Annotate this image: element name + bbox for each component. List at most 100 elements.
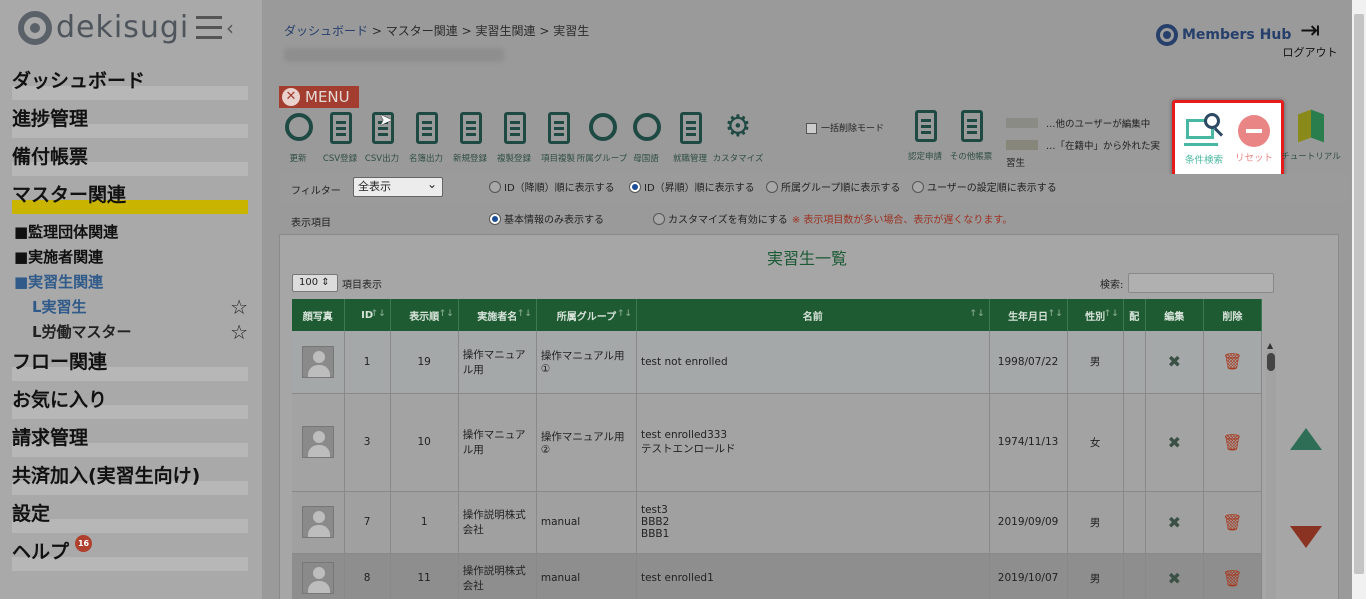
native-language-button[interactable]: 母国語 <box>626 110 666 164</box>
toolbar: 更新 CSV登録 CSV出力 名簿出力 新規登録 複製登録 項目複製 所属グルー… <box>278 110 808 170</box>
edit-icon[interactable]: ✖ <box>1168 513 1181 532</box>
header-company[interactable]: 実施者名 ↑↓ <box>458 299 537 331</box>
sidebar: dekisugi ‹ ダッシュボード 進捗管理 備付帳票 マスター関連 ■監理団… <box>0 0 262 599</box>
job-management-button[interactable]: 就職管理 <box>670 110 710 164</box>
sidebar-sub-implementer[interactable]: ■実施者関連 <box>0 245 262 270</box>
header-birth[interactable]: 生年月日 ↑↓ <box>989 299 1068 331</box>
sort-radio-group[interactable]: 所属グループ順に表示する <box>766 179 900 194</box>
refresh-icon <box>285 113 313 141</box>
sidebar-item-help[interactable]: ヘルプ 16 <box>0 535 262 573</box>
header-delete: 削除 <box>1203 299 1263 331</box>
sidebar-item-progress[interactable]: 進捗管理 <box>0 102 262 140</box>
table-row[interactable]: 1 19 操作マニュアル用 操作マニュアル用① test not enrolle… <box>292 331 1263 394</box>
header-gender[interactable]: 性別 ↑↓ <box>1067 299 1124 331</box>
delete-icon[interactable]: 🗑 <box>1222 352 1242 371</box>
gear-icon: ⚙ <box>724 109 752 144</box>
table-search-input[interactable] <box>1128 273 1274 293</box>
sidebar-item-billing[interactable]: 請求管理 <box>0 421 262 459</box>
display-row: 表示項目 基本情報のみ表示する カスタマイズを有効にする ※ 表示項目数が多い場合… <box>279 206 1349 232</box>
edit-icon[interactable]: ✖ <box>1168 433 1181 452</box>
item-duplicate-icon <box>548 112 570 144</box>
page-scrollbar-thumb[interactable] <box>1354 14 1364 574</box>
sidebar-item-dashboard[interactable]: ダッシュボード <box>0 64 262 102</box>
breadcrumb-trainee-rel[interactable]: 実習生関連 <box>475 24 535 38</box>
scroll-bottom-arrow-icon[interactable] <box>1290 526 1322 548</box>
edit-icon[interactable]: ✖ <box>1168 569 1181 588</box>
delete-icon[interactable]: 🗑 <box>1222 513 1242 532</box>
tutorial-button[interactable]: チュートリアル <box>1281 108 1341 162</box>
condition-search-button[interactable]: 条件検索 <box>1179 113 1229 166</box>
bulk-delete-checkbox[interactable] <box>806 123 817 134</box>
table-row[interactable]: 3 10 操作マニュアル用 操作マニュアル用② test enrolled333… <box>292 393 1263 492</box>
header-group[interactable]: 所属グループ ↑↓ <box>536 299 637 331</box>
table-row[interactable]: 8 11 操作説明株式会社 manual test enrolled1 2019… <box>292 553 1263 599</box>
no-image-avatar <box>301 345 334 378</box>
logo-icon <box>18 10 52 45</box>
sort-radio-id-asc[interactable]: ID（昇順）順に表示する <box>629 179 755 194</box>
csv-import-button[interactable]: CSV登録 <box>320 110 360 164</box>
blurred-subtitle <box>284 48 504 62</box>
refresh-button[interactable]: 更新 <box>278 110 318 164</box>
delete-icon[interactable]: 🗑 <box>1222 569 1242 588</box>
star-icon[interactable]: ☆ <box>230 295 248 320</box>
sidebar-subsub-trainee[interactable]: L実習生 ☆ <box>0 295 262 320</box>
header-order[interactable]: 表示順 ↑↓ <box>390 299 459 331</box>
roster-export-button[interactable]: 名簿出力 <box>406 110 446 164</box>
filter-row: フィルター 全表示 ID（降順）順に表示する ID（昇順）順に表示する 所属グル… <box>279 174 1349 202</box>
display-radio-customize[interactable]: カスタマイズを有効にする ※ 表示項目数が多い場合、表示が遅くなります。 <box>653 211 1012 226</box>
menu-toggle-button[interactable]: ✕ MENU <box>279 86 359 108</box>
table-scrollbar-thumb[interactable] <box>1267 353 1275 371</box>
header-edit: 編集 <box>1145 299 1204 331</box>
sort-radio-user[interactable]: ユーザーの設定順に表示する <box>912 179 1057 194</box>
table-row[interactable]: 7 1 操作説明株式会社 manual test3 BBB2 BBB1 2019… <box>292 491 1263 554</box>
bulk-delete-toggle[interactable]: 一括削除モード <box>806 122 886 136</box>
edit-icon[interactable]: ✖ <box>1168 352 1181 371</box>
other-forms-button[interactable]: その他帳票 <box>948 108 994 162</box>
header-id[interactable]: ID ↑↓ <box>344 299 391 331</box>
sidebar-sub-supervising[interactable]: ■監理団体関連 <box>0 220 262 245</box>
logo[interactable]: dekisugi <box>18 10 189 45</box>
sidebar-item-mutual-aid[interactable]: 共済加入(実習生向け) <box>0 459 262 497</box>
no-image-avatar <box>301 506 334 538</box>
logout-button[interactable]: ⇥ ログアウト <box>1280 16 1340 60</box>
table-header-row: 顔写真 ID ↑↓ 表示順 ↑↓ 実施者名 ↑↓ 所属グループ ↑↓ 名前 ↑↓ 生年月日… <box>292 299 1263 331</box>
mouse-cursor-icon: ➤ <box>379 110 393 129</box>
sidebar-item-favorites[interactable]: お気に入り <box>0 383 262 421</box>
sidebar-item-settings[interactable]: 設定 <box>0 497 262 535</box>
display-radio-basic[interactable]: 基本情報のみ表示する <box>489 211 604 226</box>
item-duplicate-button[interactable]: 項目複製 <box>538 110 578 164</box>
breadcrumb-dashboard[interactable]: ダッシュボード <box>284 24 368 38</box>
customize-button[interactable]: ⚙ カスタマイズ <box>713 109 764 165</box>
page-size-select[interactable]: 100 ⇕ <box>292 274 338 292</box>
header-photo[interactable]: 顔写真 <box>292 299 345 331</box>
beginner-mark-icon <box>1296 108 1326 144</box>
sidebar-item-ledger[interactable]: 備付帳票 <box>0 140 262 178</box>
breadcrumb-master[interactable]: マスター関連 <box>386 24 458 38</box>
sidebar-item-flow[interactable]: フロー関連 <box>0 345 262 383</box>
scroll-up-icon[interactable]: ▲ <box>1267 341 1273 350</box>
reset-button[interactable]: リセット <box>1229 113 1279 164</box>
delete-icon[interactable]: 🗑 <box>1222 433 1242 452</box>
sidebar-item-master[interactable]: マスター関連 <box>0 178 262 216</box>
header-placement[interactable]: 配 <box>1123 299 1146 331</box>
scroll-top-arrow-icon[interactable] <box>1290 428 1322 450</box>
trainee-table: 顔写真 ID ↑↓ 表示順 ↑↓ 実施者名 ↑↓ 所属グループ ↑↓ 名前 ↑↓ 生年月日… <box>292 299 1263 599</box>
sidebar-subsub-labor[interactable]: L労働マスター ☆ <box>0 320 262 345</box>
notification-badge: 16 <box>75 535 93 552</box>
members-hub-link[interactable]: Members Hub <box>1156 24 1291 46</box>
new-register-button[interactable]: 新規登録 <box>450 110 490 164</box>
header-name[interactable]: 名前 ↑↓ <box>636 299 990 331</box>
sidebar-sub-trainee[interactable]: ■実習生関連 <box>0 270 262 295</box>
menu-collapse-icon[interactable]: ‹ <box>196 14 236 40</box>
group-button[interactable]: 所属グループ <box>577 110 627 164</box>
logo-text: dekisugi <box>56 10 190 45</box>
legend-swatch-unenrolled <box>1006 140 1038 150</box>
star-icon[interactable]: ☆ <box>230 320 248 345</box>
breadcrumb: ダッシュボード > マスター関連 > 実習生関連 > 実習生 <box>284 24 590 38</box>
duplicate-register-button[interactable]: 複製登録 <box>494 110 534 164</box>
table-scrollbar[interactable]: ▲ <box>1266 341 1276 599</box>
sort-radio-id-desc[interactable]: ID（降順）順に表示する <box>489 179 615 194</box>
page-scrollbar[interactable] <box>1352 0 1366 599</box>
trainee-list-panel: 実習生一覧 100 ⇕ 項目表示 検索: 顔写真 ID ↑↓ 表示順 ↑↓ 実施者名… <box>279 234 1339 599</box>
filter-select[interactable]: 全表示 <box>353 175 443 197</box>
